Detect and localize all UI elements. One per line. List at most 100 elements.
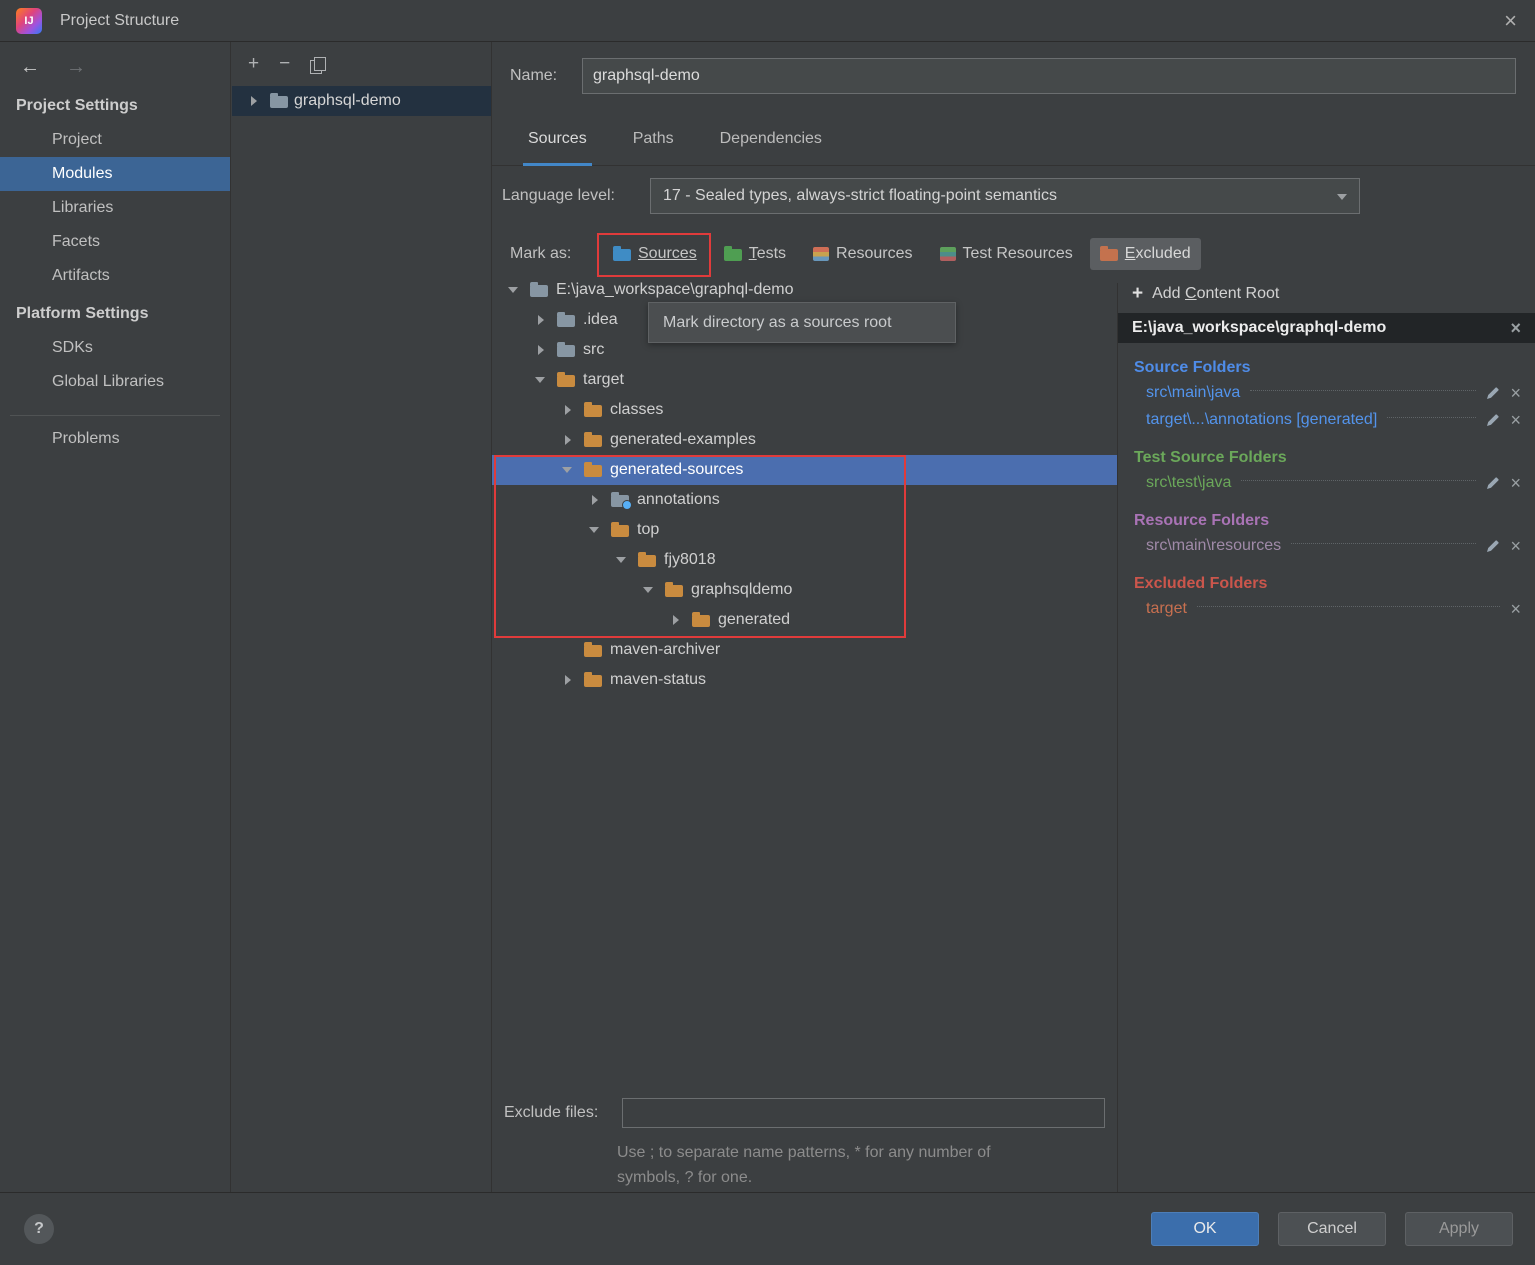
tree-row-target[interactable]: target bbox=[492, 365, 1117, 395]
tree-node-label: top bbox=[637, 521, 659, 539]
tree-row-maven-status[interactable]: maven-status bbox=[492, 665, 1117, 695]
tree-row-generated-examples[interactable]: generated-examples bbox=[492, 425, 1117, 455]
module-folder-icon bbox=[270, 96, 288, 108]
chevron-right-icon[interactable] bbox=[585, 490, 605, 510]
edit-icon[interactable] bbox=[1486, 539, 1500, 553]
folder-groups: Source Folderssrc\main\java×target\...\a… bbox=[1118, 359, 1535, 622]
mark-as-tests-button[interactable]: Tests bbox=[714, 238, 796, 270]
chevron-down-icon[interactable] bbox=[504, 280, 524, 300]
mark-as-buttons: SourcesTestsResourcesTest ResourcesExclu… bbox=[603, 238, 1201, 270]
chevron-right-icon[interactable] bbox=[531, 340, 551, 360]
remove-icon[interactable]: × bbox=[1510, 411, 1521, 429]
tab-paths[interactable]: Paths bbox=[633, 112, 674, 165]
folder-icon bbox=[530, 285, 548, 297]
tree-row-e-java-workspace-graphql-demo[interactable]: E:\java_workspace\graphql-demo bbox=[492, 275, 1117, 305]
titlebar: IJ Project Structure × bbox=[0, 0, 1535, 42]
remove-module-icon[interactable]: − bbox=[279, 53, 290, 75]
forward-arrow-icon[interactable]: → bbox=[66, 56, 86, 79]
close-icon[interactable]: × bbox=[1504, 8, 1517, 34]
tree-row-fjy8018[interactable]: fjy8018 bbox=[492, 545, 1117, 575]
tree-row-maven-archiver[interactable]: maven-archiver bbox=[492, 635, 1117, 665]
module-name-input[interactable] bbox=[582, 58, 1516, 94]
add-content-root-button[interactable]: + Add Content Root bbox=[1118, 283, 1535, 313]
folder-icon bbox=[638, 555, 656, 567]
tree-row-top[interactable]: top bbox=[492, 515, 1117, 545]
edit-icon[interactable] bbox=[1486, 386, 1500, 400]
folder-group-header-test: Test Source Folders bbox=[1134, 449, 1535, 467]
tree-row-graphsqldemo[interactable]: graphsqldemo bbox=[492, 575, 1117, 605]
folder-blue-icon bbox=[613, 249, 631, 261]
mark-as-sources-button[interactable]: Sources bbox=[603, 238, 707, 270]
back-arrow-icon[interactable]: ← bbox=[20, 56, 40, 79]
add-module-icon[interactable]: + bbox=[248, 53, 259, 75]
tree-row-classes[interactable]: classes bbox=[492, 395, 1117, 425]
apply-button[interactable]: Apply bbox=[1405, 1212, 1513, 1246]
copy-module-icon[interactable] bbox=[310, 57, 323, 72]
tree-node-label: fjy8018 bbox=[664, 551, 716, 569]
remove-icon[interactable]: × bbox=[1510, 474, 1521, 492]
remove-content-root-icon[interactable]: × bbox=[1510, 319, 1521, 337]
folder-path[interactable]: target\...\annotations [generated] bbox=[1146, 411, 1377, 429]
language-level-label: Language level: bbox=[502, 187, 650, 205]
sidebar-item-libraries[interactable]: Libraries bbox=[0, 191, 230, 225]
content-root-header[interactable]: E:\java_workspace\graphql-demo × bbox=[1118, 313, 1535, 343]
folder-path[interactable]: target bbox=[1146, 600, 1187, 618]
exclude-hint-line: symbols, ? for one. bbox=[617, 1165, 991, 1190]
tab-sources[interactable]: Sources bbox=[528, 112, 587, 165]
chevron-down-icon[interactable] bbox=[612, 550, 632, 570]
section-header-platform-settings: Platform Settings bbox=[0, 293, 230, 331]
chevron-right-icon[interactable] bbox=[558, 400, 578, 420]
remove-icon[interactable]: × bbox=[1510, 384, 1521, 402]
generated-source-folder-icon bbox=[611, 495, 629, 507]
mark-as-row: Mark as: SourcesTestsResourcesTest Resou… bbox=[510, 238, 1201, 270]
plus-icon: + bbox=[1132, 283, 1143, 305]
tooltip: Mark directory as a sources root bbox=[648, 302, 956, 343]
folder-path[interactable]: src\test\java bbox=[1146, 474, 1231, 492]
sidebar-item-artifacts[interactable]: Artifacts bbox=[0, 259, 230, 293]
chevron-right-icon[interactable] bbox=[531, 310, 551, 330]
dotted-leader bbox=[1387, 417, 1476, 418]
mark-as-button-label: Test Resources bbox=[963, 245, 1073, 263]
tree-row-annotations[interactable]: annotations bbox=[492, 485, 1117, 515]
edit-icon[interactable] bbox=[1486, 476, 1500, 490]
folder-excl-icon bbox=[1100, 249, 1118, 261]
remove-icon[interactable]: × bbox=[1510, 537, 1521, 555]
folder-group-header-excluded: Excluded Folders bbox=[1134, 575, 1535, 593]
exclude-files-input[interactable] bbox=[622, 1098, 1105, 1128]
sidebar-item-sdks[interactable]: SDKs bbox=[0, 331, 230, 365]
exclude-hint-line: Use ; to separate name patterns, * for a… bbox=[617, 1140, 991, 1165]
edit-icon[interactable] bbox=[1486, 413, 1500, 427]
folder-icon bbox=[665, 585, 683, 597]
folder-path[interactable]: src\main\java bbox=[1146, 384, 1240, 402]
sidebar-item-project[interactable]: Project bbox=[0, 123, 230, 157]
sidebar-item-global-libraries[interactable]: Global Libraries bbox=[0, 365, 230, 399]
mark-as-resources-button[interactable]: Resources bbox=[803, 238, 922, 270]
chevron-down-icon[interactable] bbox=[585, 520, 605, 540]
chevron-right-icon[interactable] bbox=[558, 670, 578, 690]
chevron-right-icon[interactable] bbox=[666, 610, 686, 630]
chevron-right-icon[interactable] bbox=[558, 430, 578, 450]
sidebar-item-modules[interactable]: Modules bbox=[0, 157, 230, 191]
remove-icon[interactable]: × bbox=[1510, 600, 1521, 618]
ok-button[interactable]: OK bbox=[1151, 1212, 1259, 1246]
chevron-down-icon[interactable] bbox=[531, 370, 551, 390]
tree-row-generated-sources[interactable]: generated-sources bbox=[492, 455, 1117, 485]
module-row[interactable]: graphsql-demo bbox=[232, 86, 491, 116]
folder-path[interactable]: src\main\resources bbox=[1146, 537, 1281, 555]
folder-icon bbox=[557, 315, 575, 327]
tree-row-generated[interactable]: generated bbox=[492, 605, 1117, 635]
sidebar-item-facets[interactable]: Facets bbox=[0, 225, 230, 259]
chevron-right-icon[interactable] bbox=[244, 91, 264, 111]
tree-node-label: generated-sources bbox=[610, 461, 743, 479]
mark-as-test-resources-button[interactable]: Test Resources bbox=[930, 238, 1083, 270]
chevron-down-icon[interactable] bbox=[639, 580, 659, 600]
cancel-button[interactable]: Cancel bbox=[1278, 1212, 1386, 1246]
help-button[interactable]: ? bbox=[24, 1214, 54, 1244]
sidebar-item-problems[interactable]: Problems bbox=[0, 422, 230, 456]
tab-dependencies[interactable]: Dependencies bbox=[720, 112, 822, 165]
stack-res-icon bbox=[813, 247, 829, 261]
folder-icon bbox=[692, 615, 710, 627]
content-roots-panel: + Add Content Root E:\java_workspace\gra… bbox=[1118, 166, 1535, 1192]
dotted-leader bbox=[1241, 480, 1476, 481]
chevron-down-icon[interactable] bbox=[558, 460, 578, 480]
